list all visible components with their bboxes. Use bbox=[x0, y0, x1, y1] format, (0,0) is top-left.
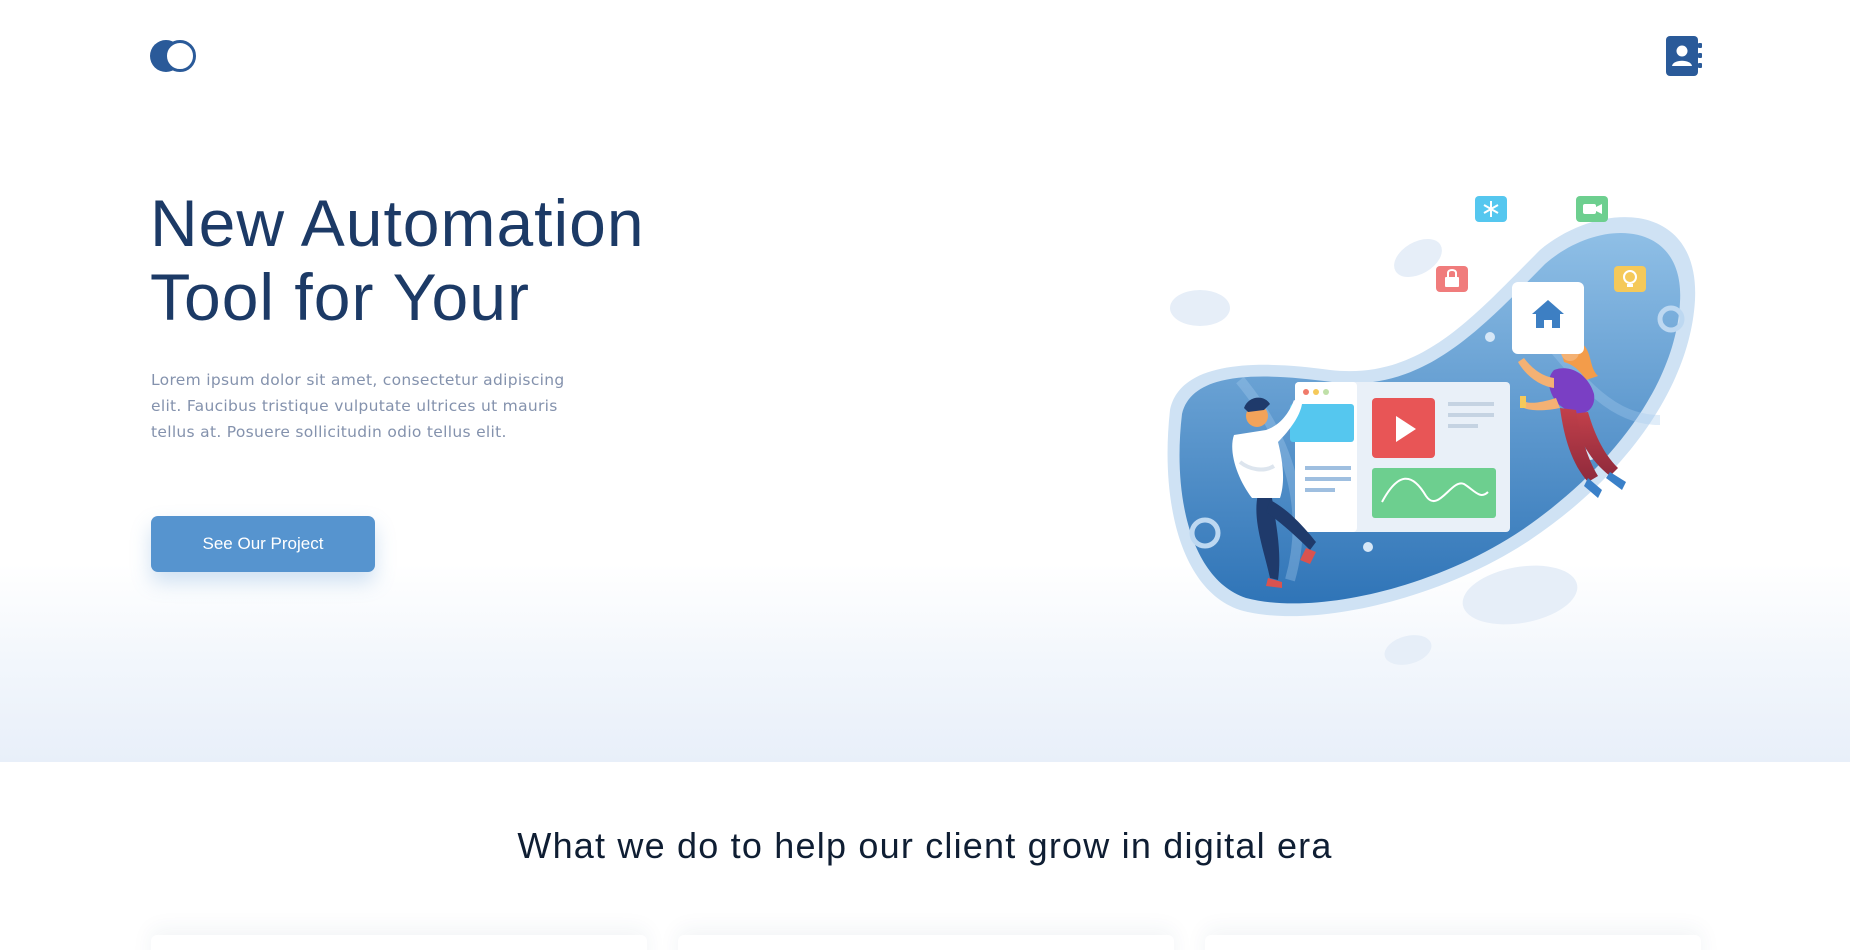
contact-book-icon[interactable] bbox=[1666, 36, 1702, 76]
logo-circle-outline bbox=[164, 40, 196, 72]
service-card[interactable] bbox=[1205, 935, 1701, 950]
hero-description: Lorem ipsum dolor sit amet, consectetur … bbox=[151, 371, 565, 441]
hero-title-line-2: Tool for Your bbox=[150, 260, 530, 334]
service-card[interactable] bbox=[678, 935, 1174, 950]
logo[interactable] bbox=[150, 38, 198, 74]
hero-title: New Automation Tool for Your bbox=[150, 186, 910, 334]
automation-team-illustration bbox=[1167, 196, 1696, 665]
services-heading: What we do to help our client grow in di… bbox=[517, 825, 1333, 866]
service-card[interactable] bbox=[151, 935, 647, 950]
hero-section: New Automation Tool for Your Lorem ipsum… bbox=[0, 0, 1850, 762]
hero-title-line-1: New Automation bbox=[150, 186, 645, 260]
see-our-project-button[interactable]: See Our Project bbox=[151, 516, 375, 572]
